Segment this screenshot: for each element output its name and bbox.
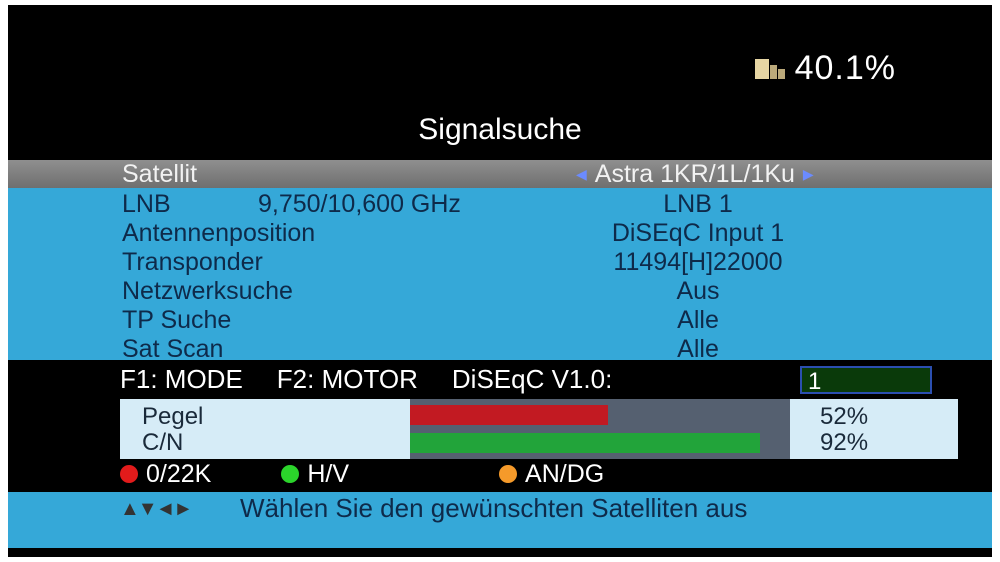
pegel-value: 52%	[820, 403, 869, 430]
meter-track	[410, 399, 790, 459]
param-label: Netzwerksuche	[122, 277, 293, 305]
param-label: Antennenposition	[122, 219, 316, 247]
legend-label: H/V	[307, 459, 350, 488]
satellite-value: Astra 1KR/1L/1Ku	[594, 160, 795, 188]
param-row-lnb[interactable]: LNB 9,750/10,600 GHz LNB 1	[8, 190, 992, 219]
parameter-list: LNB 9,750/10,600 GHz LNB 1 Antennenposit…	[8, 188, 992, 363]
param-row-transponder[interactable]: Transponder 11494[H]22000	[8, 248, 992, 277]
arrow-right-icon[interactable]: ▶	[803, 160, 814, 188]
storage-level-icon	[754, 57, 785, 81]
param-row-antennenposition[interactable]: Antennenposition DiSEqC Input 1	[8, 219, 992, 248]
orange-button-icon	[499, 465, 518, 483]
signal-meter-panel: Pegel C/N 52% 92%	[120, 399, 958, 459]
param-value: Alle	[677, 335, 719, 363]
meter-label-pegel: Pegel	[142, 403, 204, 430]
param-row-netzwerksuche[interactable]: Netzwerksuche Aus	[8, 277, 992, 306]
page-title: Signalsuche	[418, 113, 582, 146]
param-value: Alle	[677, 306, 719, 334]
satellite-selector[interactable]: Satellit ◀ Astra 1KR/1L/1Ku ▶	[8, 160, 992, 188]
diseqc-input[interactable]: 1	[800, 366, 932, 395]
legend-label: AN/DG	[525, 459, 605, 488]
legend-item-red[interactable]: 0/22K	[120, 460, 211, 489]
param-value: Aus	[676, 277, 720, 305]
param-row-tp-suche[interactable]: TP Suche Alle	[8, 306, 992, 335]
legend-label: 0/22K	[146, 459, 212, 488]
param-label: TP Suche	[122, 306, 232, 334]
param-label: Sat Scan	[122, 335, 224, 363]
cn-value: 92%	[820, 429, 869, 456]
satellite-label: Satellit	[122, 160, 198, 188]
lnb-frequency: 9,750/10,600 GHz	[258, 190, 461, 218]
f2-motor-key[interactable]: F2: MOTOR	[277, 364, 418, 395]
param-value: 11494[H]22000	[613, 248, 783, 276]
meter-label-cn: C/N	[142, 429, 184, 456]
arrow-left-icon[interactable]: ◀	[576, 160, 587, 188]
legend-item-orange[interactable]: AN/DG	[499, 460, 604, 489]
param-value: LNB 1	[663, 190, 733, 218]
legend-item-green[interactable]: H/V	[281, 460, 349, 489]
f1-mode-key[interactable]: F1: MODE	[120, 364, 243, 395]
color-key-legend: 0/22K H/V AN/DG	[120, 460, 604, 488]
green-button-icon	[281, 465, 300, 483]
help-bar: ▲▼◄► Wählen Sie den gewünschten Satellit…	[8, 492, 992, 548]
param-label: Transponder	[122, 248, 263, 276]
param-value: DiSEqC Input 1	[611, 219, 785, 247]
param-label: LNB	[122, 190, 171, 218]
tv-screen: 40.1% Signalsuche Satellit ◀ Astra 1KR/1…	[8, 5, 992, 557]
storage-percent: 40.1%	[794, 49, 896, 87]
diseqc-label: DiSEqC V1.0:	[451, 363, 613, 394]
help-text: Wählen Sie den gewünschten Satelliten au…	[240, 493, 748, 523]
cn-bar	[410, 433, 760, 453]
red-button-icon	[120, 465, 138, 483]
function-key-bar: F1: MODE F2: MOTOR DiSEqC V1.0:	[120, 362, 646, 396]
param-row-sat-scan[interactable]: Sat Scan Alle	[8, 335, 992, 364]
pegel-bar	[410, 405, 608, 425]
storage-status: 40.1%	[754, 49, 896, 88]
